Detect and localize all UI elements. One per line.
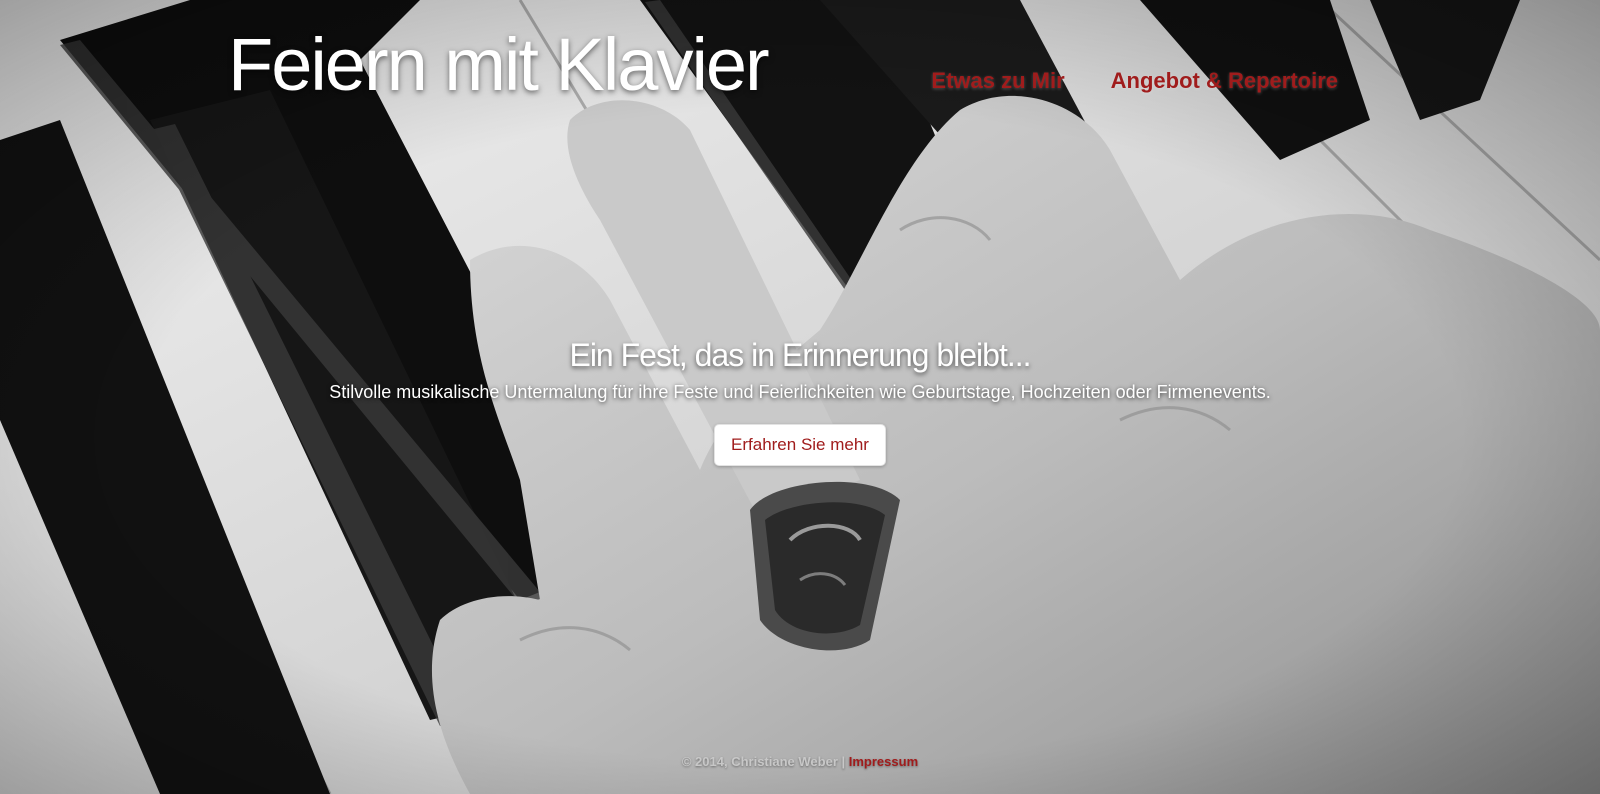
copyright-text: © 2014, Christiane Weber <box>681 754 838 769</box>
nav-link-angebot-repertoire[interactable]: Angebot & Repertoire <box>1111 68 1338 94</box>
site-footer: © 2014, Christiane Weber | Impressum <box>0 754 1600 769</box>
hero-section: Feiern mit Klavier Etwas zu Mir Angebot … <box>0 0 1600 794</box>
impressum-link[interactable]: Impressum <box>849 754 918 769</box>
site-title[interactable]: Feiern mit Klavier <box>228 20 770 110</box>
main-navigation: Etwas zu Mir Angebot & Repertoire <box>931 68 1338 94</box>
nav-link-etwas-zu-mir[interactable]: Etwas zu Mir <box>931 68 1064 94</box>
site-header: Feiern mit Klavier Etwas zu Mir Angebot … <box>0 0 1600 120</box>
learn-more-button[interactable]: Erfahren Sie mehr <box>714 424 886 466</box>
footer-separator: | <box>841 754 846 769</box>
hero-content: Ein Fest, das in Erinnerung bleibt... St… <box>0 335 1600 466</box>
hero-tagline: Ein Fest, das in Erinnerung bleibt... <box>569 337 1031 373</box>
hero-description: Stilvolle musikalische Untermalung für i… <box>329 382 1271 402</box>
